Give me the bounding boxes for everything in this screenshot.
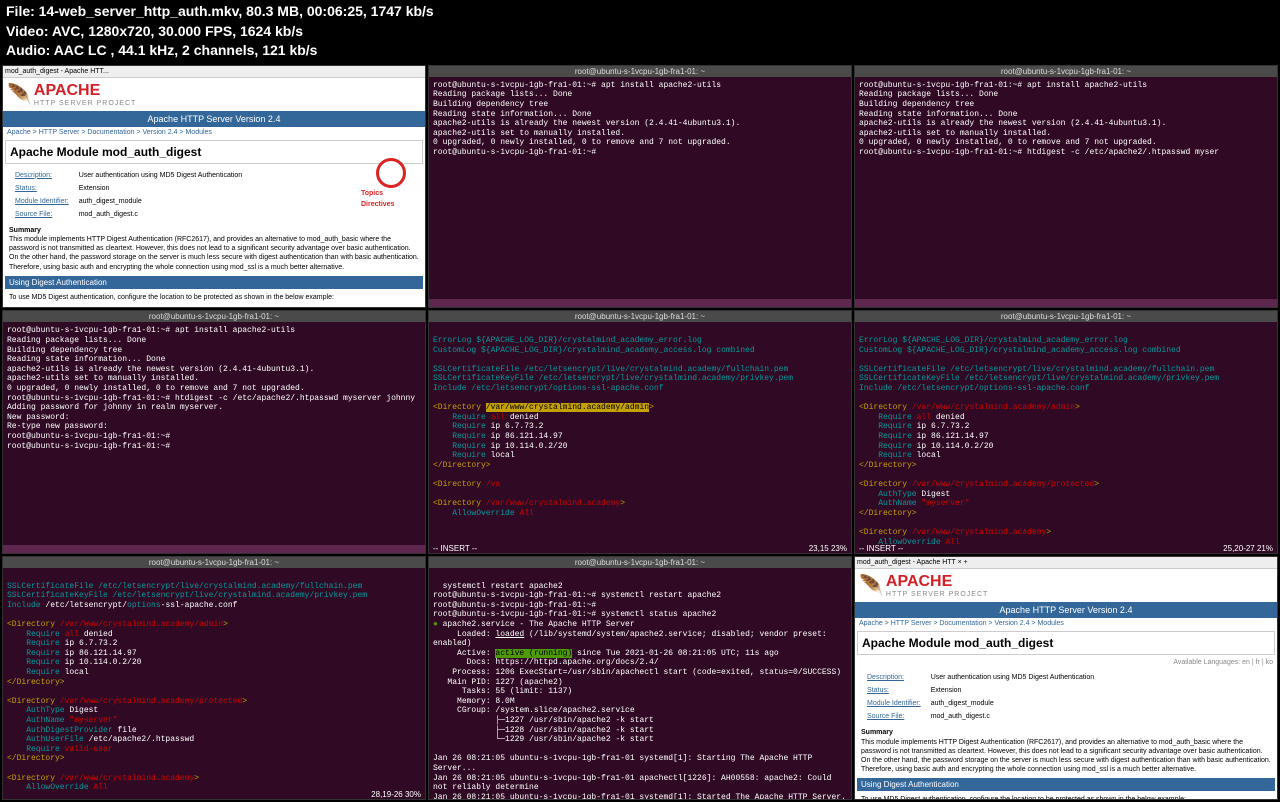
terminal[interactable]: root@ubuntu-s-1vcpu-1gb-fra1-01:~# apt i…	[429, 77, 851, 309]
frame-6: root@ubuntu-s-1vcpu-1gb-fra1-01: ~ Error…	[854, 310, 1278, 554]
frame-8: root@ubuntu-s-1vcpu-1gb-fra1-01: ~ syste…	[428, 556, 852, 800]
frame-5: root@ubuntu-s-1vcpu-1gb-fra1-01: ~ Error…	[428, 310, 852, 554]
terminal[interactable]: systemctl restart apache2 root@ubuntu-s-…	[429, 568, 851, 800]
vim-editor[interactable]: ErrorLog ${APACHE_LOG_DIR}/crystalmind_a…	[855, 322, 1277, 554]
terminal[interactable]: root@ubuntu-s-1vcpu-1gb-fra1-01:~# apt i…	[3, 322, 425, 554]
apache-feather-icon: 🪶	[7, 82, 32, 107]
frame-1: mod_auth_digest - Apache HTT... 🪶 APACHE…	[2, 65, 426, 309]
apache-feather-icon: 🪶	[859, 573, 884, 598]
frame-7: root@ubuntu-s-1vcpu-1gb-fra1-01: ~ SSLCe…	[2, 556, 426, 800]
breadcrumb[interactable]: Apache > HTTP Server > Documentation > V…	[3, 127, 425, 138]
support-apache-icon[interactable]	[376, 158, 406, 188]
vim-editor[interactable]: SSLCertificateFile /etc/letsencrypt/live…	[3, 568, 425, 800]
file-info: File: 14-web_server_http_auth.mkv, 80.3 …	[0, 0, 1280, 63]
frame-9: mod_auth_digest - Apache HTT × + 🪶 APACH…	[854, 556, 1278, 800]
browser-tab: mod_auth_digest - Apache HTT × +	[855, 557, 1277, 569]
breadcrumb[interactable]: Apache > HTTP Server > Documentation > V…	[855, 618, 1277, 629]
frame-3: root@ubuntu-s-1vcpu-1gb-fra1-01: ~ root@…	[854, 65, 1278, 309]
vim-editor[interactable]: ErrorLog ${APACHE_LOG_DIR}/crystalmind_a…	[429, 322, 851, 554]
page-title: Apache Module mod_auth_digest	[857, 631, 1275, 655]
frame-4: root@ubuntu-s-1vcpu-1gb-fra1-01: ~ root@…	[2, 310, 426, 554]
browser-tab: mod_auth_digest - Apache HTT...	[3, 66, 425, 78]
apache-logo: APACHE	[34, 82, 136, 100]
thumbnail-grid: mod_auth_digest - Apache HTT... 🪶 APACHE…	[0, 63, 1280, 802]
frame-2: root@ubuntu-s-1vcpu-1gb-fra1-01: ~ root@…	[428, 65, 852, 309]
terminal[interactable]: root@ubuntu-s-1vcpu-1gb-fra1-01:~# apt i…	[855, 77, 1277, 309]
